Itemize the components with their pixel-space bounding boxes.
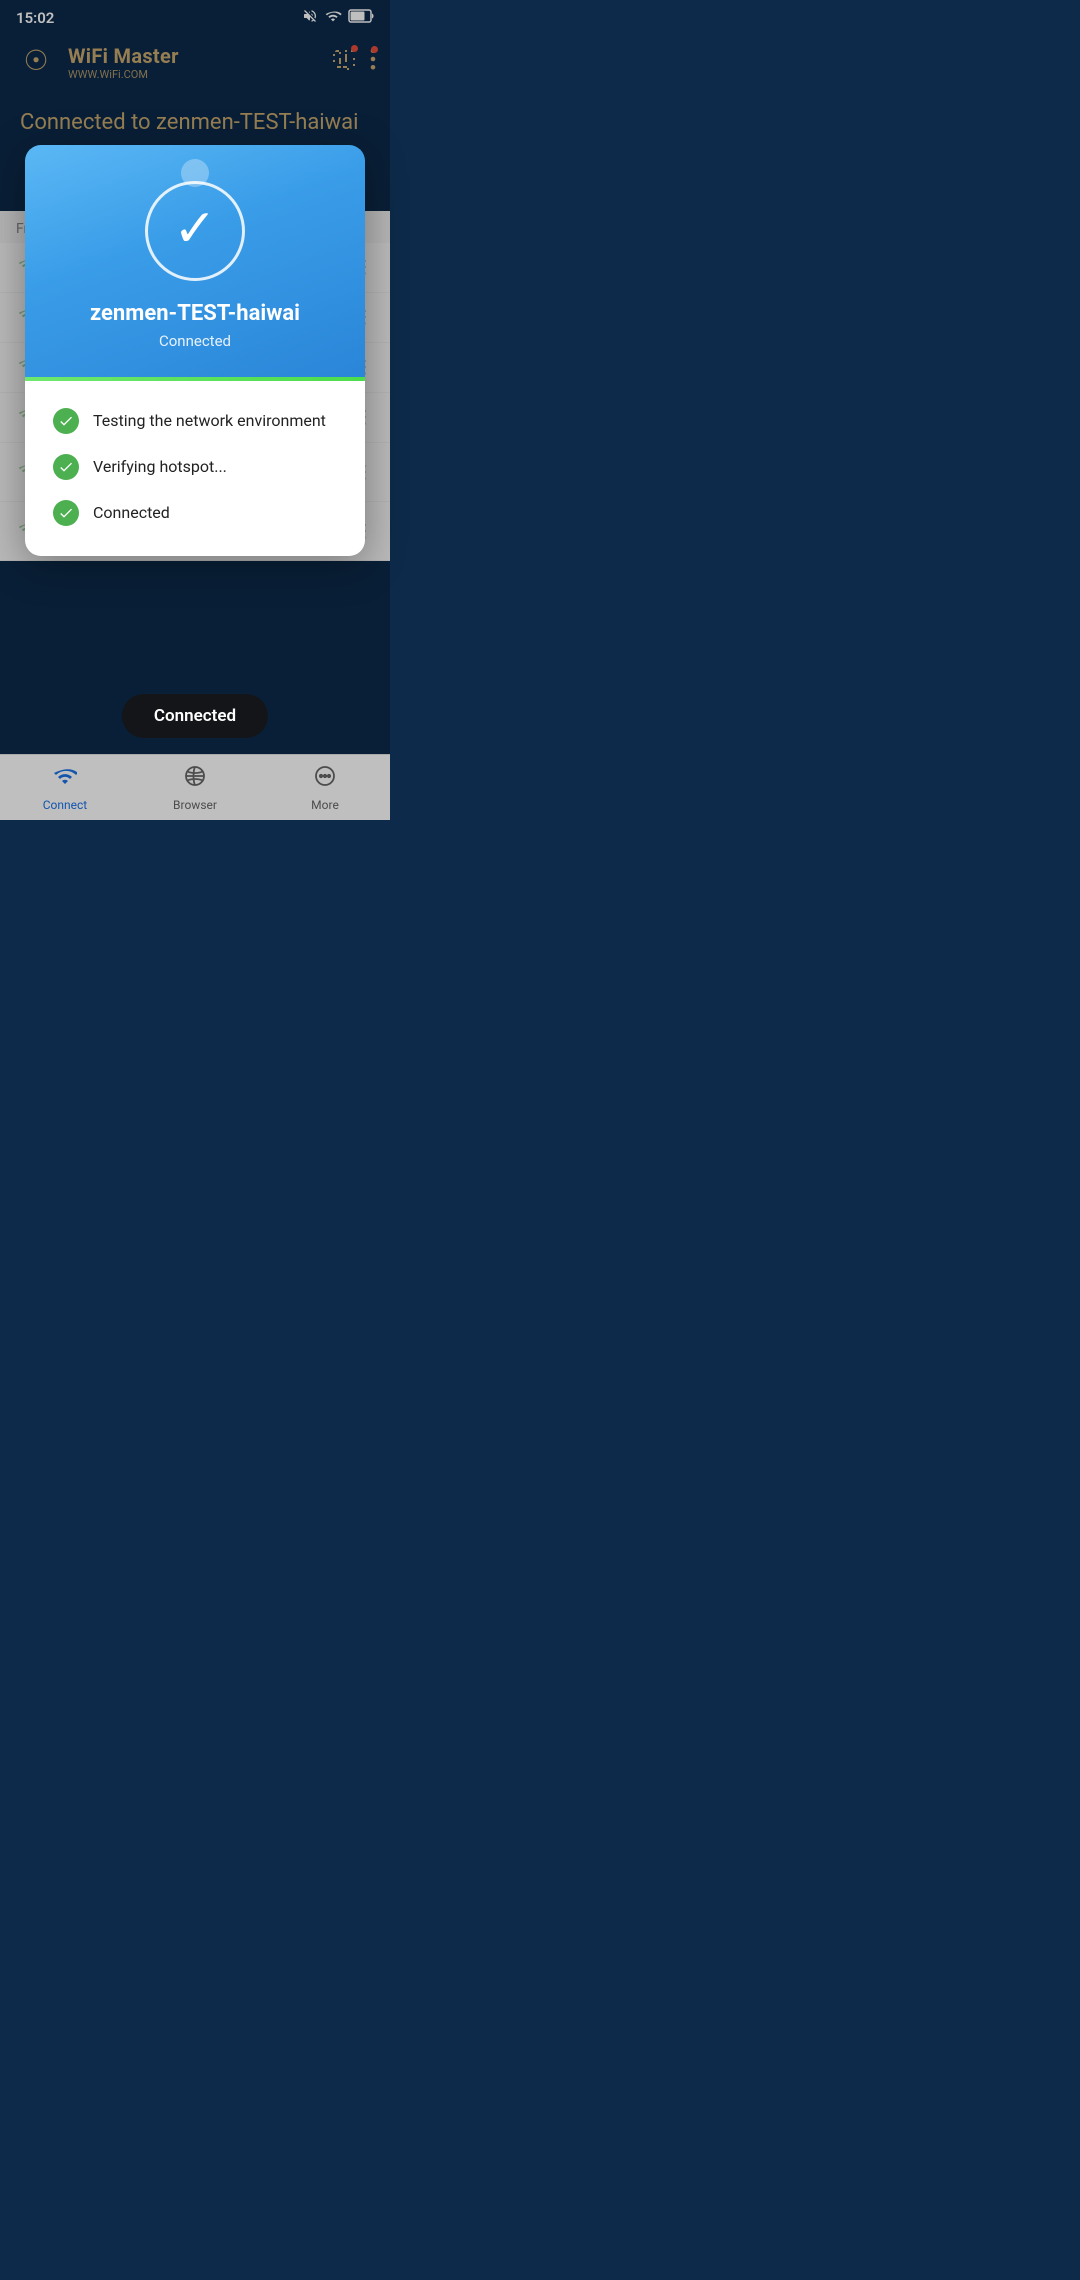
modal-connected-label: Connected	[159, 332, 231, 350]
modal-ssid: zenmen-TEST-haiwai	[90, 301, 300, 326]
modal-bubble	[181, 159, 209, 187]
check-item-text-2: Verifying hotspot...	[93, 457, 227, 476]
toast-text: Connected	[154, 706, 236, 726]
check-item-icon-1	[53, 408, 79, 434]
modal-top: ✓ zenmen-TEST-haiwai Connected	[25, 145, 365, 380]
check-item-1: Testing the network environment	[53, 408, 337, 434]
check-circle: ✓	[145, 181, 245, 281]
modal-bottom: Testing the network environment Verifyin…	[25, 380, 365, 556]
check-item-2: Verifying hotspot...	[53, 454, 337, 480]
connection-modal: ✓ zenmen-TEST-haiwai Connected Testing t…	[25, 145, 365, 556]
check-item-icon-3	[53, 500, 79, 526]
check-item-icon-2	[53, 454, 79, 480]
check-item-3: Connected	[53, 500, 337, 526]
check-item-text-1: Testing the network environment	[93, 411, 326, 430]
check-item-text-3: Connected	[93, 503, 170, 522]
connected-toast: Connected	[122, 694, 268, 738]
check-mark-icon: ✓	[173, 203, 217, 255]
